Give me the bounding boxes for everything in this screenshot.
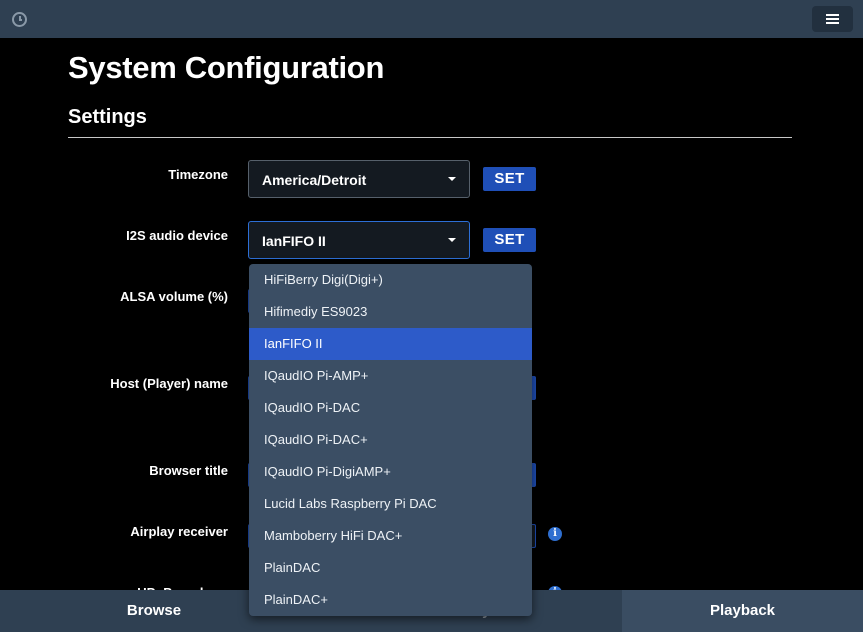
i2s-device-select[interactable]: IanFIFO II — [248, 221, 470, 259]
dropdown-option-selected[interactable]: IanFIFO II — [249, 328, 532, 360]
i2s-set-button[interactable]: SET — [483, 228, 536, 252]
dropdown-option[interactable]: PlainDAC — [249, 552, 532, 584]
dropdown-option[interactable]: Mamboberry HiFi DAC+ — [249, 520, 532, 552]
section-divider — [68, 137, 792, 138]
dropdown-option[interactable]: Hifimediy ES9023 — [249, 296, 532, 328]
alsa-volume-label: ALSA volume (%) — [120, 289, 228, 304]
dropdown-option[interactable]: IQaudIO Pi-DAC+ — [249, 424, 532, 456]
browser-title-label: Browser title — [149, 463, 228, 478]
dropdown-option[interactable]: Lucid Labs Raspberry Pi DAC — [249, 488, 532, 520]
info-icon[interactable]: i — [548, 527, 562, 541]
timezone-label: Timezone — [168, 167, 228, 182]
chevron-down-icon — [448, 238, 456, 242]
hamburger-icon — [826, 14, 839, 16]
hamburger-icon — [826, 22, 839, 24]
i2s-device-value: IanFIFO II — [262, 233, 326, 249]
dropdown-option[interactable]: HiFiBerry Digi(Digi+) — [249, 264, 532, 296]
i2s-label: I2S audio device — [126, 228, 228, 243]
dropdown-option[interactable]: IQaudIO Pi-DAC — [249, 392, 532, 424]
chevron-down-icon — [448, 177, 456, 181]
airplay-label: Airplay receiver — [130, 524, 228, 539]
page-title: System Configuration — [68, 50, 385, 85]
top-bar — [0, 0, 863, 38]
dropdown-option[interactable]: PlainDAC+ — [249, 584, 532, 616]
hamburger-icon — [826, 18, 839, 20]
timezone-select[interactable]: America/Detroit — [248, 160, 470, 198]
host-name-label: Host (Player) name — [110, 376, 228, 391]
menu-button[interactable] — [812, 6, 853, 32]
timezone-value: America/Detroit — [262, 172, 367, 188]
section-title: Settings — [68, 106, 147, 128]
i2s-device-dropdown: HiFiBerry Digi(Digi+) Hifimediy ES9023 I… — [249, 264, 532, 616]
timezone-set-button[interactable]: SET — [483, 167, 536, 191]
clock-icon[interactable] — [12, 12, 27, 27]
dropdown-option[interactable]: IQaudIO Pi-AMP+ — [249, 360, 532, 392]
tab-playback[interactable]: Playback — [622, 590, 863, 632]
dropdown-option[interactable]: IQaudIO Pi-DigiAMP+ — [249, 456, 532, 488]
